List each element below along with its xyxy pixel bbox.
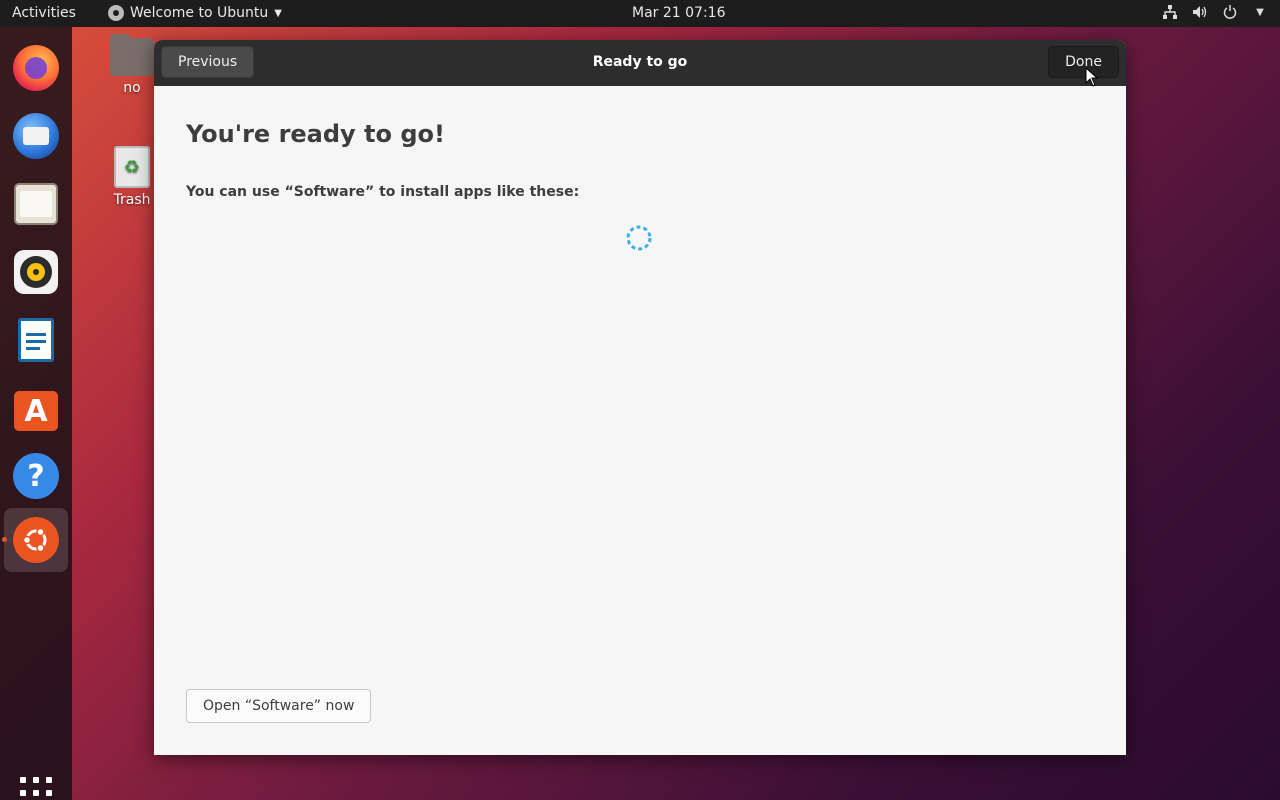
activities-button[interactable]: Activities <box>12 5 76 21</box>
desktop-trash[interactable]: ♻ Trash <box>102 146 162 208</box>
dock: A ? <box>0 27 72 800</box>
top-bar: Activities Welcome to Ubuntu ▼ Mar 21 07… <box>0 0 1280 27</box>
dock-firefox[interactable] <box>4 36 68 100</box>
app-gear-icon <box>108 5 124 21</box>
writer-icon <box>18 318 54 362</box>
rhythmbox-icon <box>14 250 58 294</box>
page-subheading: You can use “Software” to install apps l… <box>186 184 580 200</box>
files-icon <box>14 183 58 225</box>
network-icon[interactable] <box>1162 4 1178 20</box>
app-menu-label: Welcome to Ubuntu <box>130 5 269 21</box>
power-icon[interactable] <box>1222 4 1238 20</box>
done-button[interactable]: Done <box>1048 46 1119 78</box>
loading-spinner-icon <box>626 225 652 251</box>
home-folder-label: no <box>123 80 141 96</box>
dock-writer[interactable] <box>4 308 68 372</box>
desktop-home-folder[interactable]: no <box>102 34 162 96</box>
dock-thunderbird[interactable] <box>4 104 68 168</box>
software-icon: A <box>14 391 58 431</box>
dock-rhythmbox[interactable] <box>4 240 68 304</box>
app-menu[interactable]: Welcome to Ubuntu ▼ <box>108 5 282 21</box>
show-applications-icon[interactable] <box>20 777 52 800</box>
window-title: Ready to go <box>592 54 688 70</box>
trash-icon: ♻ <box>114 146 150 188</box>
header-bar: Previous Ready to go Done <box>154 40 1126 86</box>
dock-help[interactable]: ? <box>4 444 68 508</box>
home-folder-icon <box>110 34 154 76</box>
running-indicator <box>2 537 7 542</box>
clock[interactable]: Mar 21 07:16 <box>632 5 725 21</box>
mouse-cursor-icon <box>1085 67 1099 87</box>
trash-label: Trash <box>113 192 151 208</box>
help-icon: ? <box>13 453 59 499</box>
thunderbird-icon <box>13 113 59 159</box>
ubuntu-icon <box>13 517 59 563</box>
system-menu-caret-icon[interactable]: ▼ <box>1252 4 1268 20</box>
dock-software[interactable]: A <box>4 376 68 440</box>
dock-files[interactable] <box>4 172 68 236</box>
open-software-button[interactable]: Open “Software” now <box>186 689 372 723</box>
volume-icon[interactable] <box>1192 4 1208 20</box>
page-heading: You're ready to go! <box>186 120 445 148</box>
dock-welcome[interactable] <box>4 508 68 572</box>
caret-down-icon: ▼ <box>274 7 282 19</box>
firefox-icon <box>13 45 59 91</box>
system-tray[interactable]: ▼ <box>1162 4 1268 20</box>
welcome-window: Previous Ready to go Done You're ready t… <box>154 40 1126 755</box>
